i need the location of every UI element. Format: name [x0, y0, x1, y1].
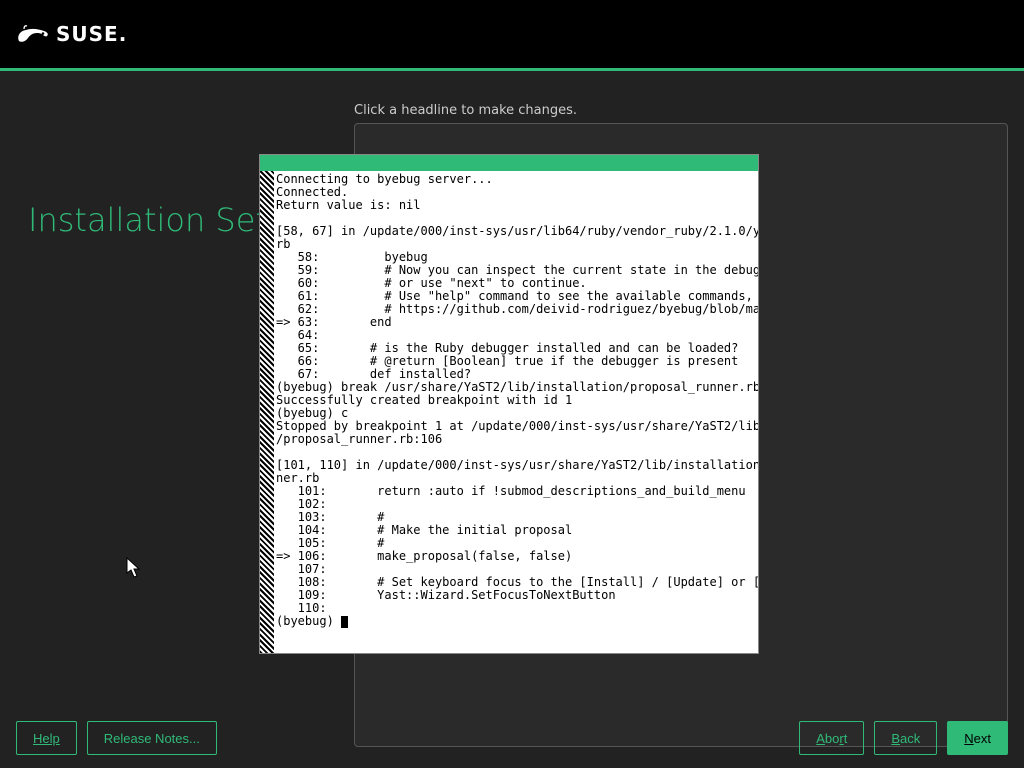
- help-button[interactable]: Help: [16, 721, 77, 755]
- terminal-scrollbar[interactable]: [260, 171, 274, 653]
- next-button[interactable]: Next: [947, 721, 1008, 755]
- terminal-prompt: (byebug): [276, 614, 341, 628]
- header-bar: SUSE.: [0, 0, 1024, 68]
- instruction-text: Click a headline to make changes.: [354, 103, 577, 118]
- chameleon-icon: [16, 23, 50, 45]
- terminal-output[interactable]: Connecting to byebug server... Connected…: [274, 171, 758, 653]
- abort-button[interactable]: Abort: [799, 721, 864, 755]
- release-notes-button[interactable]: Release Notes...: [87, 721, 217, 755]
- terminal-cursor: [341, 616, 348, 628]
- terminal-titlebar[interactable]: [260, 155, 758, 171]
- brand-logo: SUSE.: [16, 22, 127, 46]
- terminal-lines: Connecting to byebug server... Connected…: [276, 172, 758, 615]
- content-area: Installation Sett Click a headline to ma…: [0, 71, 1024, 768]
- mouse-cursor-icon: [126, 557, 142, 579]
- debugger-terminal[interactable]: Connecting to byebug server... Connected…: [260, 155, 758, 653]
- footer-bar: Help Release Notes... Abort Back Next: [0, 708, 1024, 768]
- brand-name: SUSE.: [56, 22, 127, 46]
- terminal-body: Connecting to byebug server... Connected…: [260, 171, 758, 653]
- back-button[interactable]: Back: [874, 721, 937, 755]
- page-title: Installation Sett: [28, 201, 281, 239]
